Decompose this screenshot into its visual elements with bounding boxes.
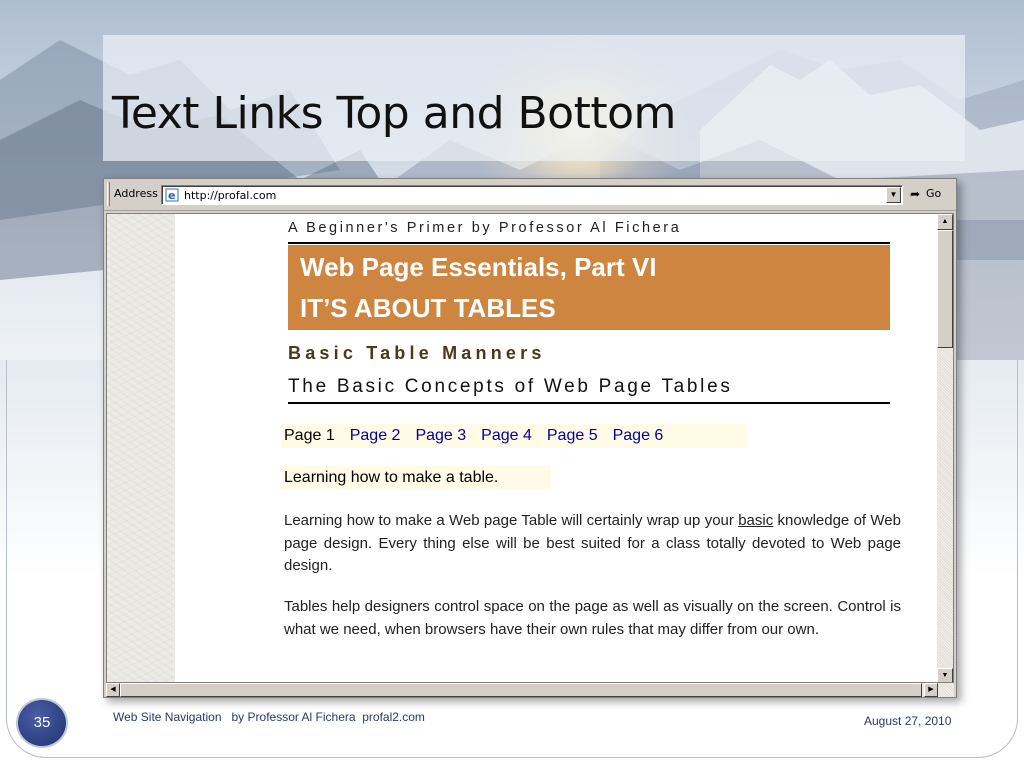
scroll-down-icon[interactable]: ▼ <box>937 668 953 682</box>
svg-text:e: e <box>168 189 175 202</box>
page-number-badge: 35 <box>16 698 68 748</box>
banner-title: Web Page Essentials, Part VI <box>300 252 657 282</box>
page-link[interactable]: Page 3 <box>415 427 466 445</box>
page-link[interactable]: Page 2 <box>350 427 401 445</box>
scroll-thumb[interactable] <box>120 683 922 697</box>
page-link[interactable]: Page 6 <box>613 427 664 445</box>
title-banner: Web Page Essentials, Part VI IT’S ABOUT … <box>288 245 890 330</box>
banner-subtitle: IT’S ABOUT TABLES <box>300 293 556 323</box>
address-label: Address <box>114 187 158 200</box>
paragraph-text: Learning how to make a Web page Table wi… <box>284 512 739 529</box>
scroll-thumb[interactable] <box>937 230 953 348</box>
go-label: Go <box>926 187 942 200</box>
footer-date: August 27, 2010 <box>864 714 952 728</box>
divider <box>288 402 890 404</box>
go-button[interactable]: ➦ Go <box>910 186 954 204</box>
chevron-down-icon[interactable]: ▼ <box>886 187 901 203</box>
divider <box>288 242 890 244</box>
scroll-up-icon[interactable]: ▲ <box>937 214 953 230</box>
browser-viewport: A Beginner's Primer by Professor Al Fich… <box>106 213 954 683</box>
page-number: 35 <box>33 714 51 731</box>
vertical-scrollbar[interactable]: ▲ ▼ <box>937 214 953 682</box>
page-subtitle: The Basic Concepts of Web Page Tables <box>288 376 733 397</box>
footer-text: Web Site Navigation by Professor Al Fich… <box>113 710 425 724</box>
address-url: http://profal.com <box>184 189 277 202</box>
address-bar: Address e http://profal.com ▼ ➦ Go <box>104 179 956 211</box>
content-heading: Learning how to make a table. <box>281 466 551 490</box>
toolbar-grip[interactable] <box>107 182 110 206</box>
ie-page-icon: e <box>165 188 179 202</box>
section-title: Basic Table Manners <box>288 343 546 363</box>
scroll-left-icon[interactable]: ◀ <box>106 683 120 697</box>
slide-title: Text Links Top and Bottom <box>112 88 676 139</box>
paragraph: Learning how to make a Web page Table wi… <box>284 510 901 578</box>
basic-link[interactable]: basic <box>738 512 773 529</box>
address-input[interactable]: e http://profal.com ▼ <box>161 185 903 205</box>
page-link[interactable]: Page 5 <box>547 427 598 445</box>
go-arrow-icon: ➦ <box>910 187 921 201</box>
page-link[interactable]: Page 4 <box>481 427 532 445</box>
paper-texture-strip <box>107 214 175 682</box>
paragraph: Tables help designers control space on t… <box>284 598 901 638</box>
byline: A Beginner's Primer by Professor Al Fich… <box>288 220 682 236</box>
scroll-right-icon[interactable]: ▶ <box>924 683 938 697</box>
page-link-current: Page 1 <box>284 427 335 444</box>
browser-window: Address e http://profal.com ▼ ➦ Go A Beg… <box>103 178 957 698</box>
page-navigation: Page 1 Page 2 Page 3 Page 4 Page 5 Page … <box>281 424 747 448</box>
horizontal-scrollbar[interactable]: ◀ ▶ <box>106 683 954 697</box>
